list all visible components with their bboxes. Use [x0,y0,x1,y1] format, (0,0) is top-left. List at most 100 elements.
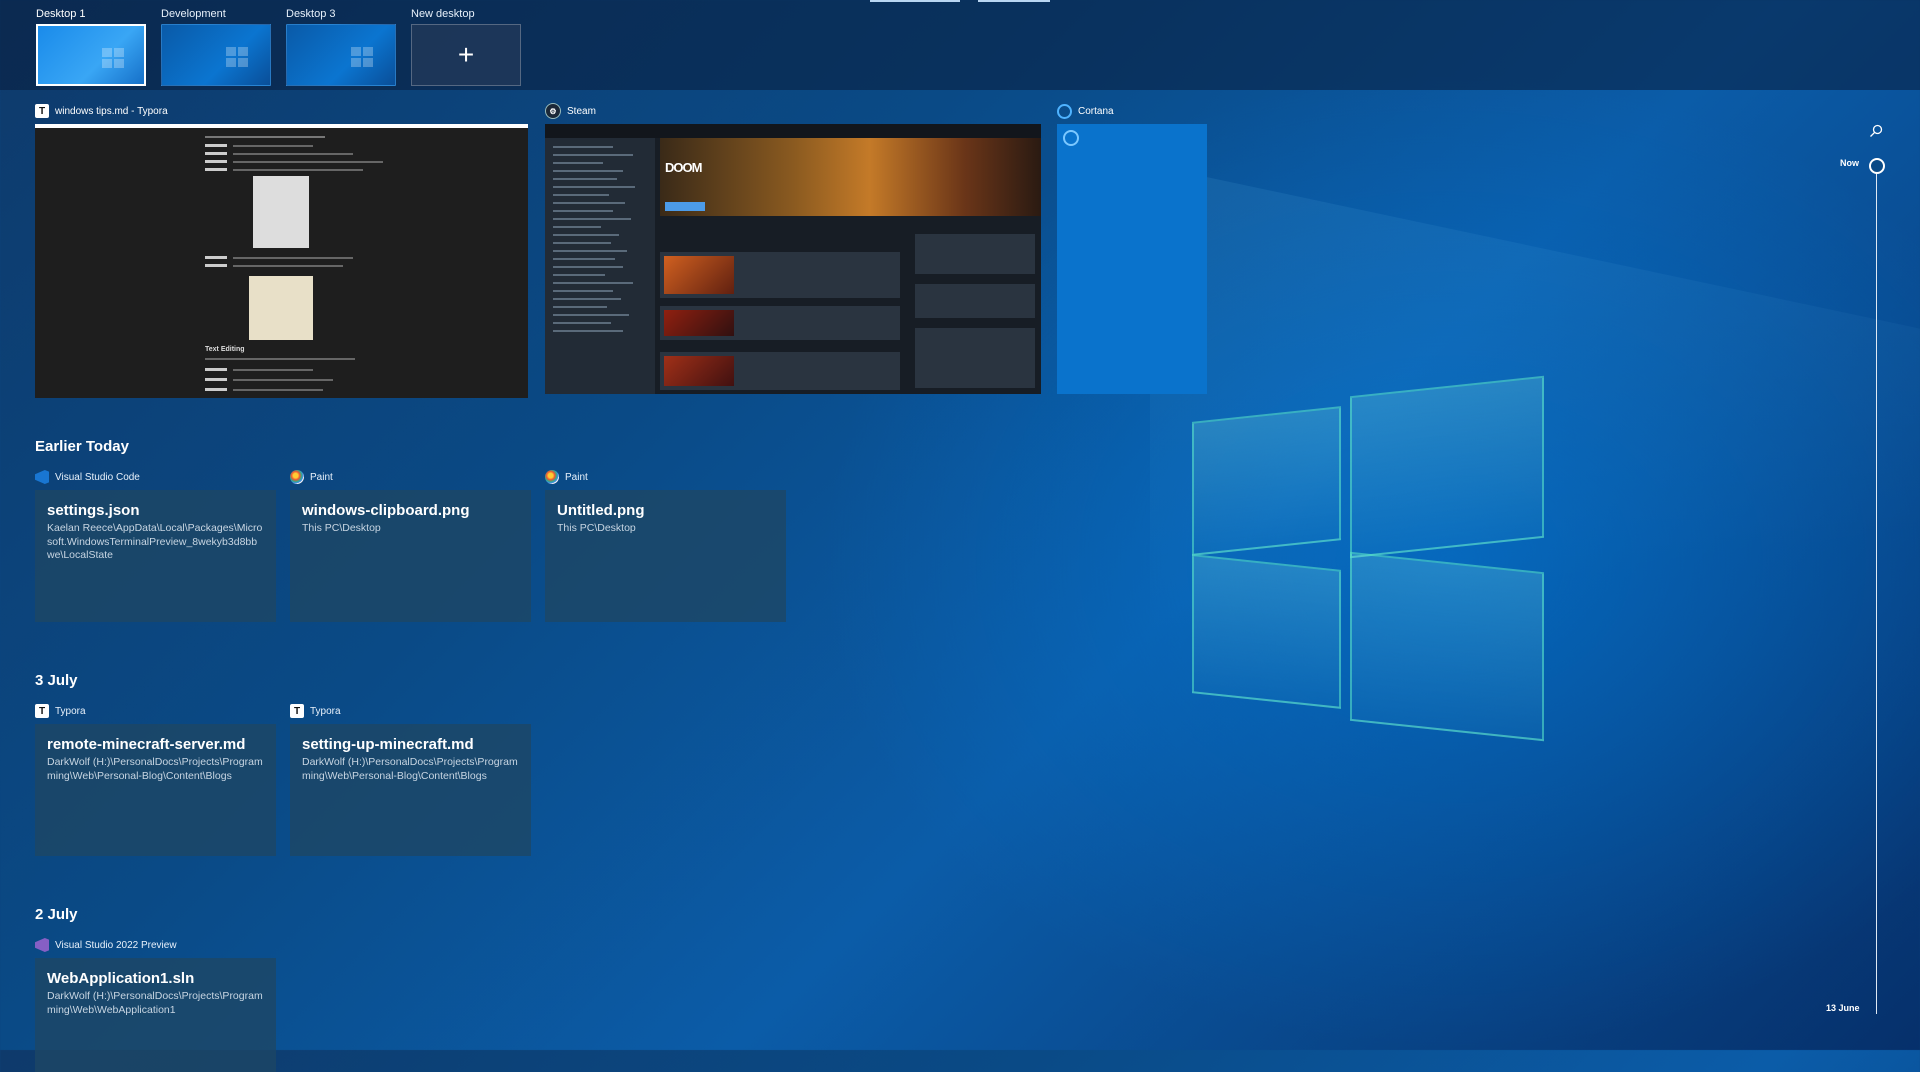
play-button [665,202,705,211]
timeline-date-label: 13 June [1826,1003,1860,1013]
news-card [660,252,900,298]
cortana-icon [1057,103,1072,119]
desktop-label: New desktop [411,8,475,20]
desktop-label: Desktop 3 [286,8,336,20]
window-header: Cortana [1057,102,1207,120]
section-title: Earlier Today [35,438,129,455]
activity-card[interactable]: Paint windows-clipboard.png This PC\Desk… [290,468,531,622]
desktop-thumbnail[interactable] [161,24,271,86]
card-app-name: Visual Studio 2022 Preview [55,939,177,951]
card-app-name: Paint [310,471,333,483]
window-typora[interactable]: T windows tips.md - Typora Text Editing [35,102,528,398]
window-cortana[interactable]: Cortana [1057,102,1207,394]
friends-panel [915,234,1035,274]
card-path: DarkWolf (H:)\PersonalDocs\Projects\Prog… [47,756,263,782]
card-app-name: Typora [55,705,86,717]
news-card [660,352,900,390]
steam-library-sidebar [545,138,655,394]
trading-cards-panel [915,328,1035,388]
visual-studio-icon [35,938,49,952]
paint-icon [545,470,559,484]
paint-icon [290,470,304,484]
steam-menu-bar [545,124,1041,138]
window-header: T windows tips.md - Typora [35,102,528,120]
search-icon[interactable] [1869,124,1883,138]
windows-logo-icon [102,48,124,68]
card-title: setting-up-minecraft.md [302,736,474,753]
window-preview[interactable]: Text Editing [35,124,528,398]
activity-card[interactable]: T Typora setting-up-minecraft.md DarkWol… [290,702,531,856]
preview-heading: Text Editing [205,346,245,353]
card-app: T Typora [290,702,531,720]
card-path: Kaelan Reece\AppData\Local\Packages\Micr… [47,522,263,561]
card-title: WebApplication1.sln [47,970,195,987]
card-body[interactable]: WebApplication1.sln DarkWolf (H:)\Person… [35,958,276,1072]
card-app: Paint [290,468,531,486]
card-body[interactable]: Untitled.png This PC\Desktop [545,490,786,622]
typora-icon: T [35,104,49,118]
windows-logo-icon [226,47,248,67]
desktop-3[interactable]: Desktop 3 [286,6,398,86]
card-app: Paint [545,468,786,486]
new-desktop-button[interactable]: + [411,24,521,86]
card-path: DarkWolf (H:)\PersonalDocs\Projects\Prog… [302,756,518,782]
desktop-thumbnail[interactable] [36,24,146,86]
card-app-name: Typora [310,705,341,717]
cortana-ring-icon [1063,130,1079,146]
section-title: 2 July [35,906,78,923]
card-body[interactable]: remote-minecraft-server.md DarkWolf (H:)… [35,724,276,856]
window-steam[interactable]: ⚙ Steam DOOM [545,102,1041,394]
timeline-handle[interactable] [1869,158,1885,174]
desktop-1[interactable]: Desktop 1 [36,6,148,86]
card-body[interactable]: windows-clipboard.png This PC\Desktop [290,490,531,622]
card-body[interactable]: setting-up-minecraft.md DarkWolf (H:)\Pe… [290,724,531,856]
activity-card[interactable]: Visual Studio Code settings.json Kaelan … [35,468,276,622]
timeline-now-label: Now [1840,158,1859,168]
card-app-name: Visual Studio Code [55,471,140,483]
window-title: Steam [567,105,596,117]
game-logo: DOOM [665,160,702,175]
card-app-name: Paint [565,471,588,483]
desktop-label: Desktop 1 [36,8,86,20]
typora-icon: T [35,704,49,718]
virtual-desktops-bar: Desktop 1 Development Desktop 3 New desk… [0,0,1920,90]
card-path: This PC\Desktop [557,522,636,534]
window-preview[interactable] [1057,124,1207,394]
window-header: ⚙ Steam [545,102,1041,120]
card-title: Untitled.png [557,502,645,519]
typora-icon: T [290,704,304,718]
windows-logo-wallpaper [1192,375,1544,742]
activity-card[interactable]: T Typora remote-minecraft-server.md Dark… [35,702,276,856]
section-title: 3 July [35,672,78,689]
card-app: T Typora [35,702,276,720]
card-app: Visual Studio 2022 Preview [35,936,276,954]
card-title: remote-minecraft-server.md [47,736,246,753]
windows-logo-icon [351,47,373,67]
window-title: Cortana [1078,105,1114,117]
desktop-thumbnail[interactable] [286,24,396,86]
scroll-indicator [978,0,1050,2]
card-path: This PC\Desktop [302,522,381,534]
steam-icon: ⚙ [545,103,561,119]
window-preview[interactable]: DOOM [545,124,1041,394]
desktop-development[interactable]: Development [161,6,273,86]
desktop-label: Development [161,8,226,20]
window-title: windows tips.md - Typora [55,105,168,117]
screenshot-thumbnail [253,176,309,248]
activity-card[interactable]: Paint Untitled.png This PC\Desktop [545,468,786,622]
timeline-track[interactable] [1876,166,1877,1014]
card-body[interactable]: settings.json Kaelan Reece\AppData\Local… [35,490,276,622]
achievements-panel [915,284,1035,318]
vscode-icon [35,470,49,484]
news-card [660,306,900,340]
emoji-panel-thumbnail [249,276,313,340]
card-title: settings.json [47,502,140,519]
new-desktop[interactable]: New desktop + [411,6,523,86]
plus-icon: + [457,39,475,70]
card-title: windows-clipboard.png [302,502,470,519]
game-hero-banner [660,138,1041,216]
card-path: DarkWolf (H:)\PersonalDocs\Projects\Prog… [47,990,263,1016]
activity-card[interactable]: Visual Studio 2022 Preview WebApplicatio… [35,936,276,1072]
card-app: Visual Studio Code [35,468,276,486]
scroll-indicator [870,0,960,2]
